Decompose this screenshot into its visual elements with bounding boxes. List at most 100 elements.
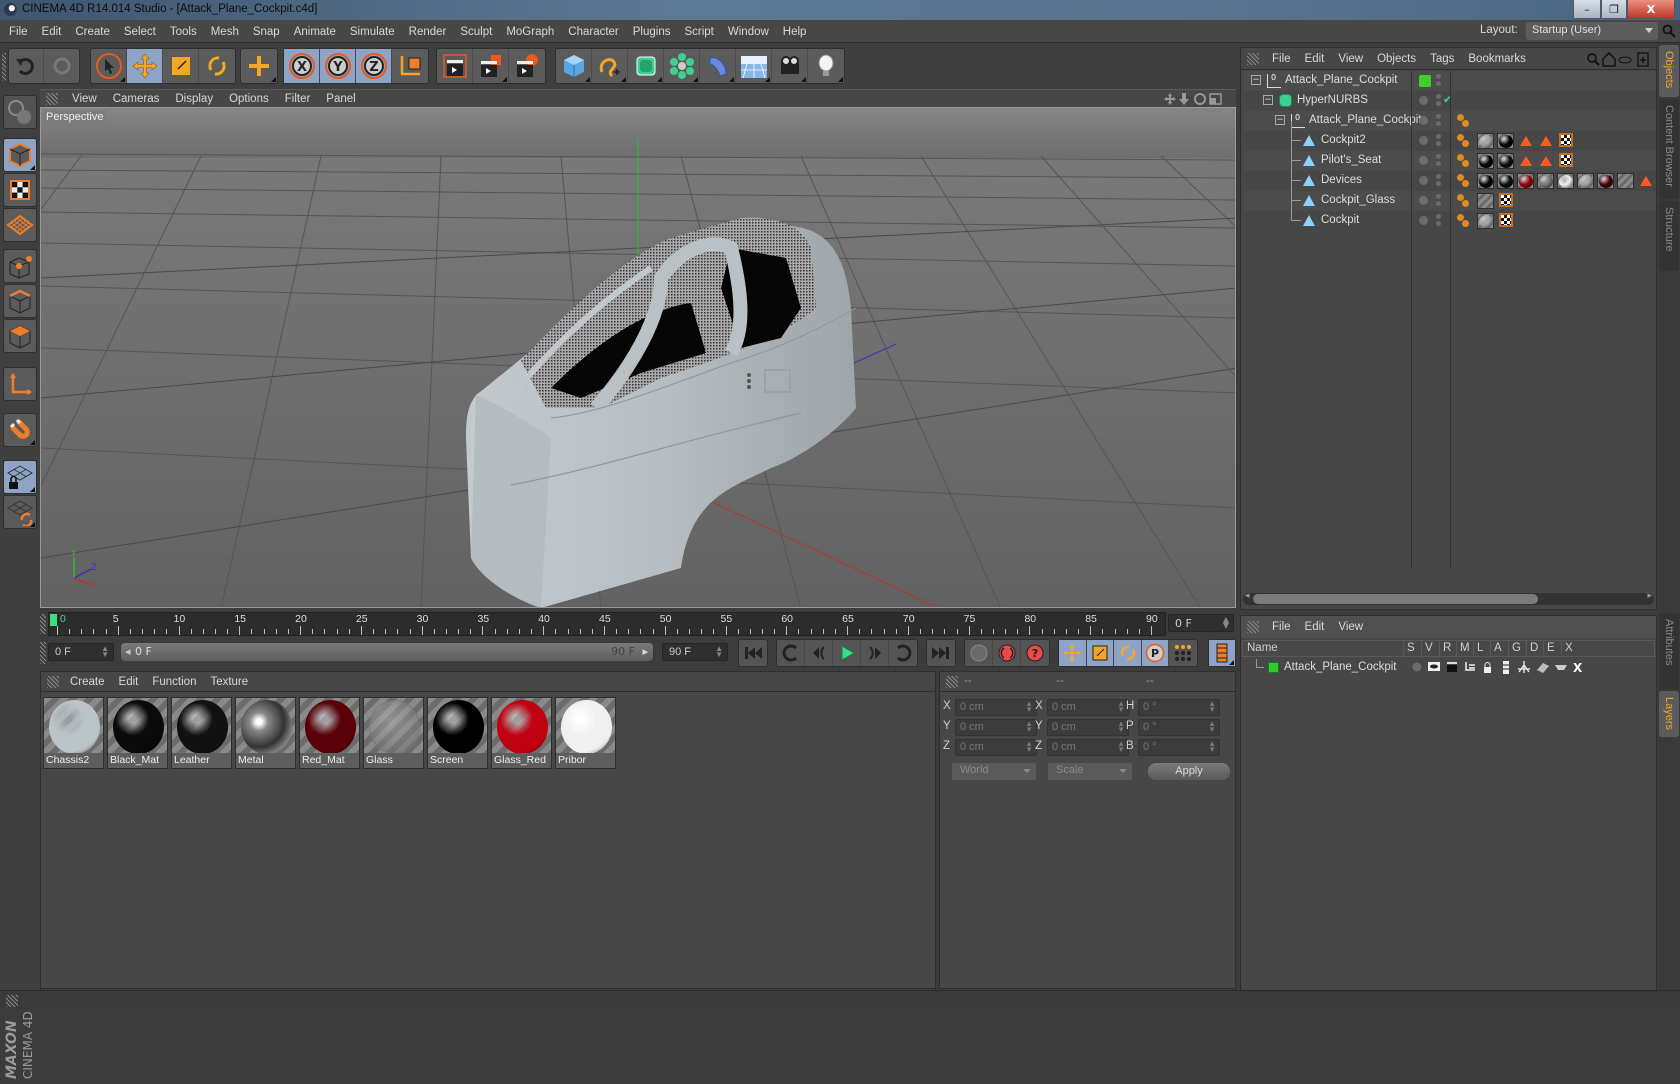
floor-button[interactable] (736, 49, 772, 83)
editor-render-visibility-icon[interactable] (1436, 194, 1441, 208)
size-y-field[interactable]: 0 cm ▲ ▼ (1047, 719, 1129, 736)
visible-editor-icon[interactable] (1428, 662, 1440, 671)
rotation-b-field[interactable]: 0 ° ▲ ▼ (1138, 739, 1220, 756)
editor-render-visibility-icon[interactable] (1436, 174, 1441, 188)
coordinate-system-button[interactable] (392, 49, 428, 83)
menu-tools[interactable]: Tools (163, 26, 204, 38)
panel-grip[interactable] (46, 93, 58, 105)
material-swatch[interactable]: Black_Mat (107, 697, 168, 769)
uvw-tag-icon[interactable] (1559, 153, 1573, 167)
axis-mode-button[interactable] (3, 367, 37, 401)
solo-flag-icon[interactable] (1412, 662, 1422, 672)
perspective-viewport[interactable]: Y Z X Perspective (40, 107, 1236, 608)
material-swatch[interactable]: Glass_Red (491, 697, 552, 769)
render-picture-viewer-button[interactable] (473, 49, 509, 83)
object-name[interactable]: Attack_Plane_Cockpit (1285, 74, 1398, 86)
editor-render-visibility-icon[interactable] (1436, 74, 1441, 88)
render-settings-button[interactable] (509, 49, 545, 83)
material-tag-icon[interactable] (1477, 133, 1494, 149)
phong-tag-icon[interactable] (1457, 154, 1469, 168)
layer-column-v[interactable]: V (1425, 642, 1433, 654)
menu-simulate[interactable]: Simulate (343, 26, 402, 38)
material-tag-icon[interactable] (1497, 133, 1514, 149)
visibility-dot-icon[interactable] (1419, 136, 1428, 145)
timeline-window-button[interactable] (1209, 640, 1235, 666)
menu-render[interactable]: Render (402, 26, 454, 38)
current-frame-field[interactable]: 0 F ▲ ▼ (1168, 614, 1234, 632)
object-menu-file[interactable]: File (1265, 53, 1298, 65)
glass-material-tag-icon[interactable] (1477, 193, 1494, 209)
layer-column-a[interactable]: A (1494, 642, 1502, 654)
close-button[interactable]: X (1627, 0, 1675, 19)
scale-track-button[interactable] (1086, 640, 1115, 666)
go-to-start-button[interactable] (739, 640, 767, 666)
material-swatch[interactable]: Glass (363, 697, 424, 769)
step-forward-button[interactable] (861, 640, 889, 666)
layer-column-g[interactable]: G (1512, 642, 1521, 654)
make-editable-button[interactable] (3, 95, 37, 129)
pan-icon[interactable] (1164, 93, 1176, 105)
material-tag-icon[interactable] (1577, 173, 1594, 189)
material-swatch[interactable]: Red_Mat (299, 697, 360, 769)
keyframe-selection-button[interactable]: ? (1021, 640, 1049, 666)
polygons-mode-button[interactable] (3, 319, 37, 353)
range-right-arrow-icon[interactable]: ▸ (642, 645, 648, 658)
object-menu-view[interactable]: View (1331, 53, 1370, 65)
layer-column-x[interactable]: X (1565, 642, 1573, 654)
visibility-dot-icon[interactable] (1419, 96, 1428, 105)
menu-plugins[interactable]: Plugins (626, 26, 678, 38)
object-name[interactable]: Cockpit_Glass (1321, 194, 1395, 206)
render-flag-icon[interactable] (1447, 662, 1457, 672)
collapse-toggle-icon[interactable]: − (1263, 95, 1273, 105)
scrollbar-thumb[interactable] (1253, 594, 1538, 604)
status-grip[interactable] (6, 995, 18, 1007)
record-active-objects-button[interactable] (965, 640, 993, 666)
material-tag-icon[interactable] (1497, 173, 1514, 189)
points-mode-button[interactable] (3, 249, 37, 283)
editor-render-visibility-icon[interactable] (1436, 114, 1441, 128)
menu-animate[interactable]: Animate (287, 26, 343, 38)
next-key-button[interactable] (889, 640, 917, 666)
menu-script[interactable]: Script (677, 26, 720, 38)
size-x-field[interactable]: 0 cm ▲ ▼ (1047, 699, 1129, 716)
tab-objects[interactable]: Objects (1659, 45, 1679, 97)
rotation-h-field[interactable]: 0 ° ▲ ▼ (1138, 699, 1220, 716)
editor-render-visibility-icon[interactable] (1436, 134, 1441, 148)
camera-button[interactable] (772, 49, 808, 83)
spinner-arrows-icon[interactable]: ▲ ▼ (1117, 740, 1125, 754)
deformer-button[interactable] (700, 49, 736, 83)
layer-color-indicator[interactable] (1419, 75, 1431, 87)
panel-grip[interactable] (946, 676, 958, 688)
phong-tag-icon[interactable] (1457, 114, 1469, 128)
material-swatch[interactable]: Pribor (555, 697, 616, 769)
object-name[interactable]: Cockpit2 (1321, 134, 1366, 146)
live-selection-tool[interactable] (91, 49, 127, 83)
tab-content-browser[interactable]: Content Browser (1659, 99, 1679, 199)
spinner-arrows-icon[interactable]: ▲ ▼ (1208, 740, 1216, 754)
editor-render-visibility-icon[interactable] (1436, 94, 1441, 108)
step-back-button[interactable] (805, 640, 833, 666)
viewport-menu-view[interactable]: View (64, 93, 105, 105)
phong-tag-icon[interactable] (1457, 214, 1469, 228)
layer-menu-view[interactable]: View (1331, 621, 1370, 633)
point-level-animation-button[interactable] (1169, 640, 1197, 666)
xrefs-flag-icon[interactable]: X (1573, 661, 1583, 675)
deformers-flag-icon[interactable] (1537, 663, 1549, 673)
workplane-rotate-button[interactable] (3, 495, 37, 529)
layer-column-m[interactable]: M (1460, 642, 1470, 654)
position-x-field[interactable]: 0 cm ▲ ▼ (955, 699, 1037, 716)
go-to-end-button[interactable] (927, 640, 955, 666)
material-swatch[interactable]: Chassis2 (43, 697, 104, 769)
undo-button[interactable] (9, 49, 45, 83)
menu-sculpt[interactable]: Sculpt (453, 26, 499, 38)
snap-button[interactable] (3, 413, 37, 447)
layer-column-r[interactable]: R (1443, 642, 1451, 654)
phong-tag-icon[interactable] (1457, 174, 1469, 188)
move-tool[interactable] (127, 49, 163, 83)
collapse-toggle-icon[interactable]: − (1275, 115, 1285, 125)
toolbar-grip[interactable] (2, 53, 6, 81)
material-swatch[interactable]: Leather (171, 697, 232, 769)
uvw-tag-icon[interactable] (1499, 213, 1513, 227)
material-tag-icon[interactable] (1597, 173, 1614, 189)
spline-button[interactable] (592, 49, 628, 83)
